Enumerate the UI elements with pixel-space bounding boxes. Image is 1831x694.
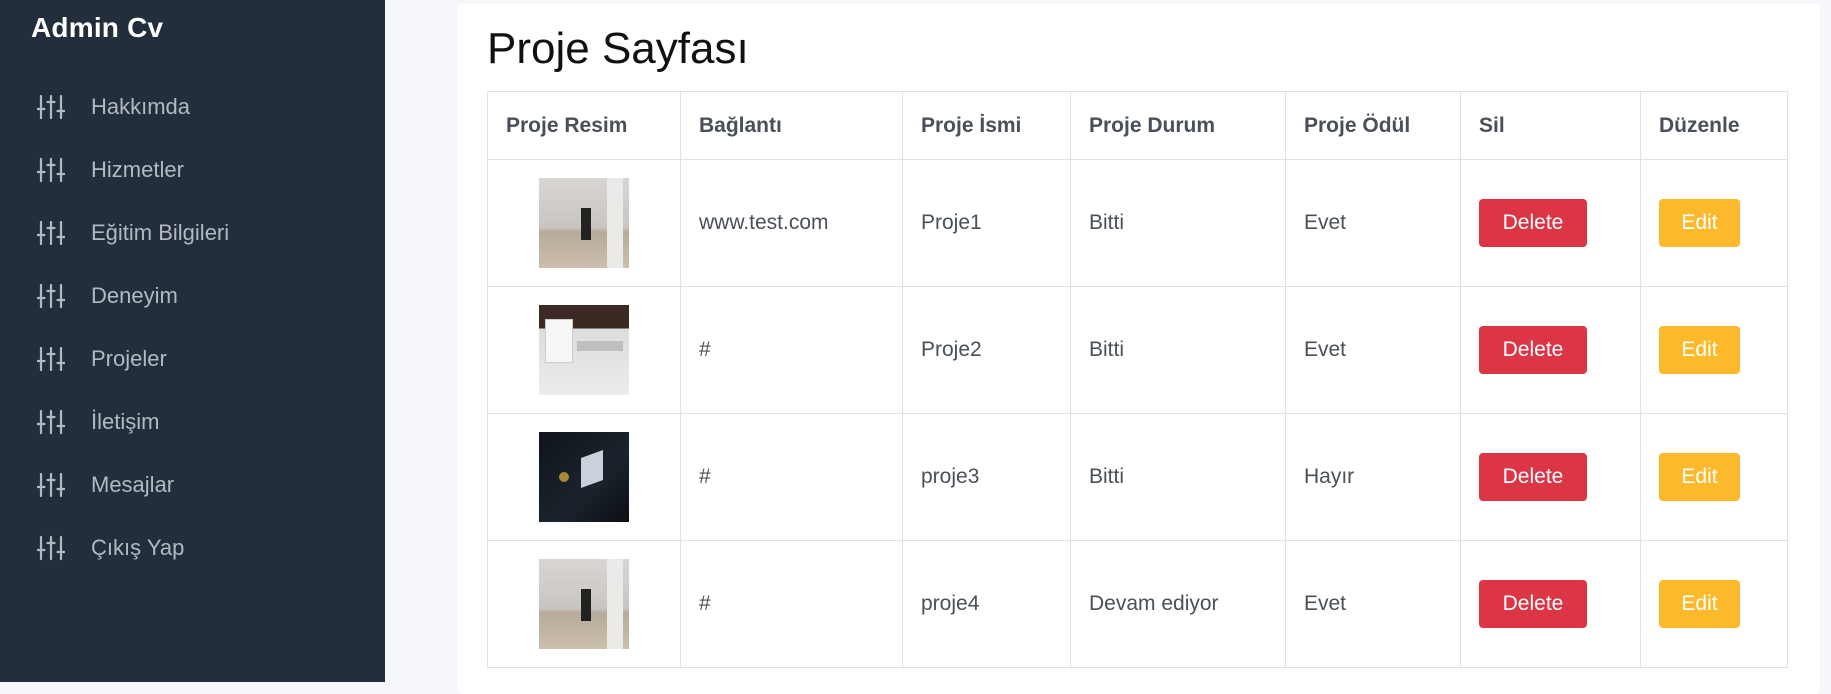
project-link: # bbox=[680, 540, 903, 668]
edit-button[interactable]: Edit bbox=[1659, 199, 1740, 247]
table-row: # proje4 Devam ediyor Evet Delete Edit bbox=[487, 540, 1788, 668]
column-header-image: Proje Resim bbox=[487, 91, 681, 160]
column-header-award: Proje Ödül bbox=[1285, 91, 1461, 160]
project-name: Proje2 bbox=[902, 286, 1071, 414]
delete-button[interactable]: Delete bbox=[1479, 199, 1587, 247]
delete-cell: Delete bbox=[1460, 159, 1641, 287]
sidebar-item-deneyim[interactable]: Deneyim bbox=[0, 264, 385, 327]
sidebar-item-cikis-yap[interactable]: Çıkış Yap bbox=[0, 516, 385, 579]
project-award: Evet bbox=[1285, 159, 1461, 287]
delete-cell: Delete bbox=[1460, 413, 1641, 541]
project-image-cell bbox=[487, 413, 681, 541]
edit-button[interactable]: Edit bbox=[1659, 580, 1740, 628]
sidebar-item-egitim-bilgileri[interactable]: Eğitim Bilgileri bbox=[0, 201, 385, 264]
sidebar-item-projeler[interactable]: Projeler bbox=[0, 327, 385, 390]
column-header-name: Proje İsmi bbox=[902, 91, 1071, 160]
sidebar-item-label: Eğitim Bilgileri bbox=[91, 219, 230, 245]
edit-cell: Edit bbox=[1640, 286, 1788, 414]
project-status: Devam ediyor bbox=[1070, 540, 1286, 668]
sidebar-item-mesajlar[interactable]: Mesajlar bbox=[0, 453, 385, 516]
project-status: Bitti bbox=[1070, 286, 1286, 414]
project-name: proje3 bbox=[902, 413, 1071, 541]
delete-button[interactable]: Delete bbox=[1479, 580, 1587, 628]
sidebar-item-label: Hizmetler bbox=[91, 156, 184, 182]
project-thumbnail bbox=[539, 305, 629, 395]
sidebar-item-iletisim[interactable]: İletişim bbox=[0, 390, 385, 453]
edit-cell: Edit bbox=[1640, 413, 1788, 541]
project-thumbnail bbox=[539, 178, 629, 268]
sliders-icon bbox=[37, 472, 65, 498]
delete-cell: Delete bbox=[1460, 540, 1641, 668]
sliders-icon bbox=[37, 94, 65, 120]
project-link: # bbox=[680, 413, 903, 541]
delete-cell: Delete bbox=[1460, 286, 1641, 414]
project-award: Hayır bbox=[1285, 413, 1461, 541]
sliders-icon bbox=[37, 220, 65, 246]
table-header-row: Proje Resim Bağlantı Proje İsmi Proje Du… bbox=[487, 91, 1788, 160]
project-name: Proje1 bbox=[902, 159, 1071, 287]
project-name: proje4 bbox=[902, 540, 1071, 668]
edit-cell: Edit bbox=[1640, 540, 1788, 668]
sidebar-item-label: Mesajlar bbox=[91, 471, 175, 497]
project-image-cell bbox=[487, 540, 681, 668]
project-status: Bitti bbox=[1070, 159, 1286, 287]
column-header-link: Bağlantı bbox=[680, 91, 903, 160]
project-link: # bbox=[680, 286, 903, 414]
brand-title[interactable]: Admin Cv bbox=[31, 12, 163, 44]
table-row: # Proje2 Bitti Evet Delete Edit bbox=[487, 286, 1788, 414]
project-status: Bitti bbox=[1070, 413, 1286, 541]
project-image-cell bbox=[487, 159, 681, 287]
page-title: Proje Sayfası bbox=[487, 24, 749, 73]
sidebar-item-label: Hakkımda bbox=[91, 93, 191, 119]
sliders-icon bbox=[37, 346, 65, 372]
column-header-delete: Sil bbox=[1460, 91, 1641, 160]
column-header-status: Proje Durum bbox=[1070, 91, 1286, 160]
edit-button[interactable]: Edit bbox=[1659, 326, 1740, 374]
sidebar-item-hakkimda[interactable]: Hakkımda bbox=[0, 75, 385, 138]
sidebar-item-label: İletişim bbox=[91, 408, 160, 434]
sidebar-item-hizmetler[interactable]: Hizmetler bbox=[0, 138, 385, 201]
project-award: Evet bbox=[1285, 540, 1461, 668]
sliders-icon bbox=[37, 535, 65, 561]
table-row: www.test.com Proje1 Bitti Evet Delete Ed… bbox=[487, 159, 1788, 287]
edit-cell: Edit bbox=[1640, 159, 1788, 287]
sliders-icon bbox=[37, 409, 65, 435]
sidebar-nav: Hakkımda Hizmetler Eğitim Bilgileri Dene… bbox=[0, 75, 385, 579]
delete-button[interactable]: Delete bbox=[1479, 453, 1587, 501]
project-thumbnail bbox=[539, 559, 629, 649]
sidebar-item-label: Çıkış Yap bbox=[91, 534, 185, 560]
sidebar-item-label: Projeler bbox=[91, 345, 167, 371]
sidebar-item-label: Deneyim bbox=[91, 282, 178, 308]
project-image-cell bbox=[487, 286, 681, 414]
project-link: www.test.com bbox=[680, 159, 903, 287]
project-award: Evet bbox=[1285, 286, 1461, 414]
edit-button[interactable]: Edit bbox=[1659, 453, 1740, 501]
column-header-edit: Düzenle bbox=[1640, 91, 1788, 160]
sliders-icon bbox=[37, 157, 65, 183]
sidebar: Admin Cv Hakkımda Hizmetler Eğitim Bilgi… bbox=[0, 0, 385, 682]
table-row: # proje3 Bitti Hayır Delete Edit bbox=[487, 413, 1788, 541]
sliders-icon bbox=[37, 283, 65, 309]
delete-button[interactable]: Delete bbox=[1479, 326, 1587, 374]
projects-table: Proje Resim Bağlantı Proje İsmi Proje Du… bbox=[487, 91, 1788, 668]
project-thumbnail bbox=[539, 432, 629, 522]
